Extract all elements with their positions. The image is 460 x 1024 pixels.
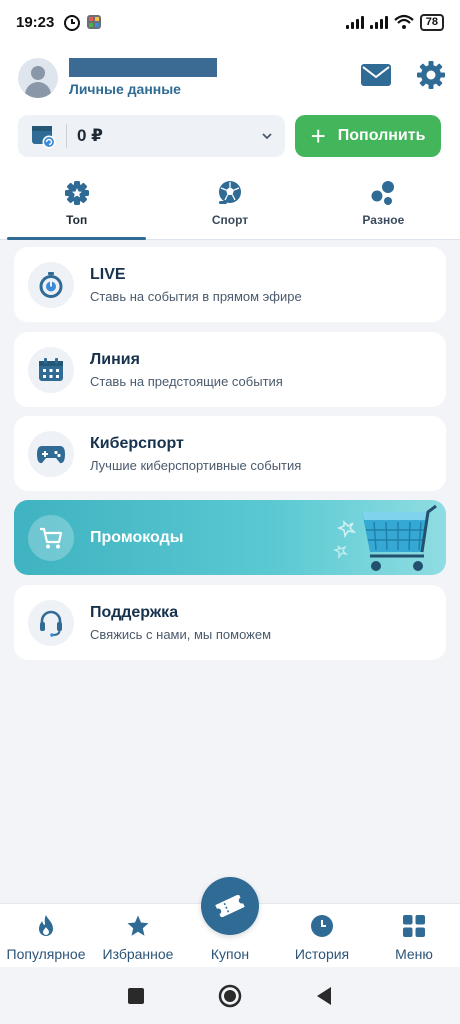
grid-icon bbox=[403, 915, 425, 937]
chevron-down-icon bbox=[262, 133, 272, 140]
system-navigation bbox=[0, 967, 460, 1024]
nav-favorites-label: Избранное bbox=[102, 946, 174, 962]
status-bar: 19:23 78 bbox=[0, 0, 460, 44]
mail-icon[interactable] bbox=[360, 62, 392, 88]
gear-icon[interactable] bbox=[416, 60, 446, 90]
live-icon-container bbox=[28, 261, 74, 308]
menu-line-title: Линия bbox=[90, 350, 140, 368]
shopping-cart-icon bbox=[40, 527, 63, 548]
nav-history[interactable]: История bbox=[276, 904, 368, 967]
menu-esports-subtitle: Лучшие киберспортивные события bbox=[90, 457, 302, 473]
menu-item-support[interactable]: Поддержка Свяжись с нами, мы поможем bbox=[14, 585, 446, 660]
nav-popular-label: Популярное bbox=[6, 946, 86, 962]
calendar-icon bbox=[39, 357, 63, 381]
menu-item-promocodes[interactable]: Промокоды bbox=[14, 500, 446, 575]
nav-menu[interactable]: Меню bbox=[368, 904, 460, 967]
tab-sport[interactable]: Спорт bbox=[153, 177, 306, 240]
balance-amount: 0 ₽ bbox=[77, 126, 104, 145]
nav-menu-label: Меню bbox=[395, 946, 433, 962]
gamepad-icon bbox=[37, 445, 65, 463]
flame-icon bbox=[39, 915, 53, 936]
menu-line-subtitle: Ставь на предстоящие события bbox=[90, 373, 283, 389]
wallet-icon bbox=[32, 126, 56, 149]
category-tabs: Топ Спорт Разное bbox=[0, 177, 460, 240]
status-time: 19:23 bbox=[16, 13, 55, 31]
nav-favorites[interactable]: Избранное bbox=[92, 904, 184, 967]
user-name-redacted bbox=[69, 58, 217, 77]
recent-apps-icon[interactable] bbox=[127, 987, 145, 1005]
avatar[interactable] bbox=[18, 58, 58, 98]
battery-indicator: 78 bbox=[419, 13, 444, 31]
ticket-icon bbox=[215, 895, 245, 917]
tab-misc-label: Разное bbox=[362, 213, 405, 227]
nav-popular[interactable]: Популярное bbox=[0, 904, 92, 967]
plus-icon: + bbox=[310, 121, 326, 151]
home-icon[interactable] bbox=[218, 984, 242, 1008]
nav-coupon-label: Купон bbox=[210, 946, 250, 962]
menu-item-line[interactable]: Линия Ставь на предстоящие события bbox=[14, 332, 446, 407]
clock-icon bbox=[311, 915, 333, 937]
menu-live-title: LIVE bbox=[90, 265, 126, 283]
menu-esports-title: Киберспорт bbox=[90, 434, 184, 452]
menu-live-subtitle: Ставь на события в прямом эфире bbox=[90, 288, 302, 304]
topup-label: Пополнить bbox=[337, 127, 426, 144]
bubbles-icon bbox=[371, 181, 395, 205]
star-badge-icon bbox=[64, 181, 89, 205]
soccer-ball-icon bbox=[218, 181, 241, 204]
support-icon-container bbox=[28, 599, 74, 646]
line-icon-container bbox=[28, 346, 74, 393]
coupon-button[interactable] bbox=[201, 877, 259, 935]
status-indicators: 78 bbox=[345, 13, 444, 31]
stopwatch-icon bbox=[39, 271, 63, 298]
nav-history-label: История bbox=[294, 946, 350, 962]
promo-icon-container bbox=[28, 514, 74, 561]
tab-top-label: Топ bbox=[66, 213, 88, 227]
menu-support-subtitle: Свяжись с нами, мы поможем bbox=[90, 626, 272, 642]
app-notification-icon bbox=[87, 15, 102, 29]
menu-item-esports[interactable]: Киберспорт Лучшие киберспортивные событи… bbox=[14, 416, 446, 491]
balance-selector[interactable]: 0 ₽ bbox=[18, 115, 285, 157]
basket-illustration-icon bbox=[333, 504, 437, 571]
star-icon bbox=[127, 915, 149, 936]
menu-promo-title: Промокоды bbox=[90, 528, 184, 546]
topup-button[interactable]: + Пополнить bbox=[295, 115, 441, 157]
menu-item-live[interactable]: LIVE Ставь на события в прямом эфире bbox=[14, 247, 446, 322]
tab-top[interactable]: Топ bbox=[0, 177, 153, 240]
tab-sport-label: Спорт bbox=[211, 213, 249, 227]
esports-icon-container bbox=[28, 430, 74, 477]
profile-header: Личные данные 0 ₽ + Пополнить Топ Спорт … bbox=[0, 44, 460, 240]
alarm-icon bbox=[64, 15, 81, 31]
wifi-icon bbox=[394, 14, 414, 29]
tab-misc[interactable]: Разное bbox=[307, 177, 460, 240]
headset-icon bbox=[40, 610, 62, 637]
signal-icon-2 bbox=[369, 15, 388, 29]
menu-support-title: Поддержка bbox=[90, 603, 179, 621]
personal-data-link[interactable]: Личные данные bbox=[69, 81, 181, 97]
back-icon[interactable] bbox=[315, 986, 333, 1006]
signal-icon bbox=[345, 15, 364, 29]
